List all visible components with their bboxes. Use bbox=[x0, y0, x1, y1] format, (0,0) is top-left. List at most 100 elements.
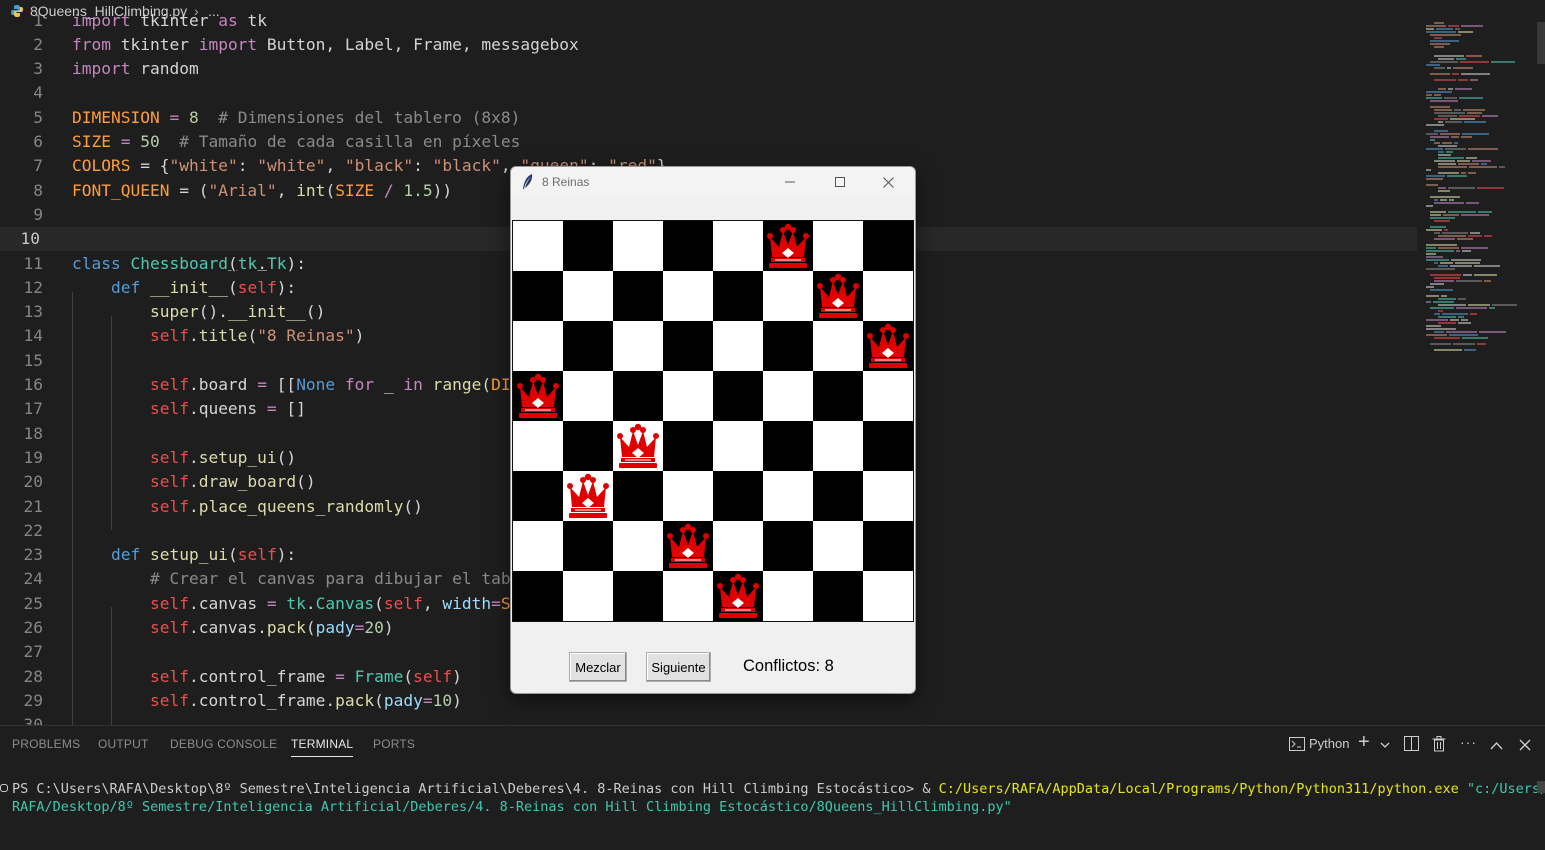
terminal-profile-label: Python bbox=[1309, 736, 1350, 751]
board-square[interactable] bbox=[863, 271, 913, 321]
board-square[interactable] bbox=[863, 371, 913, 421]
line-number: 23 bbox=[23, 545, 44, 565]
board-square[interactable] bbox=[763, 521, 813, 571]
board-square[interactable] bbox=[513, 221, 563, 271]
board-square[interactable] bbox=[513, 421, 563, 471]
code-line[interactable]: 2 from tkinter import Button, Label, Fram… bbox=[0, 33, 1420, 57]
kill-terminal-button[interactable] bbox=[1432, 736, 1446, 755]
tab-debug-console[interactable]: DEBUG CONSOLE bbox=[170, 737, 277, 751]
board-square[interactable] bbox=[563, 571, 613, 621]
minimap[interactable] bbox=[1422, 22, 1522, 352]
board-square[interactable] bbox=[863, 221, 913, 271]
board-square[interactable] bbox=[613, 221, 663, 271]
code-token: pack bbox=[266, 618, 306, 637]
board-square[interactable] bbox=[663, 571, 713, 621]
board-square[interactable] bbox=[813, 421, 863, 471]
tk-titlebar[interactable]: 8 Reinas bbox=[511, 167, 915, 197]
new-terminal-button[interactable]: + bbox=[1358, 731, 1370, 754]
maximize-panel-button[interactable] bbox=[1490, 738, 1503, 754]
board-square[interactable] bbox=[563, 271, 613, 321]
board-square[interactable] bbox=[713, 371, 763, 421]
terminal-dropdown-button[interactable] bbox=[1380, 737, 1390, 753]
board-square[interactable] bbox=[663, 271, 713, 321]
chessboard-canvas[interactable] bbox=[512, 220, 914, 622]
board-square[interactable] bbox=[763, 421, 813, 471]
board-square[interactable] bbox=[863, 471, 913, 521]
terminal-command-line-2[interactable]: RAFA/Desktop/8º Semestre/Inteligencia Ar… bbox=[12, 798, 1012, 816]
board-square[interactable] bbox=[813, 571, 863, 621]
board-square[interactable] bbox=[513, 321, 563, 371]
board-square[interactable] bbox=[713, 321, 763, 371]
board-square[interactable] bbox=[513, 521, 563, 571]
code-token: pady bbox=[315, 618, 355, 637]
board-square[interactable] bbox=[563, 321, 613, 371]
board-square[interactable] bbox=[563, 421, 613, 471]
board-square[interactable] bbox=[513, 471, 563, 521]
board-square[interactable] bbox=[663, 371, 713, 421]
code-line[interactable]: 4 bbox=[0, 81, 1420, 105]
minimize-button[interactable] bbox=[767, 167, 813, 197]
board-square[interactable] bbox=[613, 521, 663, 571]
terminal-command-line-1[interactable]: PS C:\Users\RAFA\Desktop\8º Semestre\Int… bbox=[12, 780, 1545, 798]
board-square[interactable] bbox=[863, 571, 913, 621]
split-terminal-button[interactable] bbox=[1404, 736, 1419, 754]
minimap-line bbox=[1470, 79, 1478, 81]
board-square[interactable] bbox=[613, 471, 663, 521]
terminal-scrollbar[interactable] bbox=[1537, 781, 1545, 793]
board-square[interactable] bbox=[713, 471, 763, 521]
code-line[interactable]: 1 import tkinter as tk bbox=[0, 10, 1420, 33]
board-square[interactable] bbox=[713, 421, 763, 471]
tk-window[interactable]: 8 Reinas Mezclar Siguiente Conflictos: 8 bbox=[510, 166, 916, 694]
board-square[interactable] bbox=[813, 371, 863, 421]
close-panel-button[interactable] bbox=[1519, 738, 1531, 754]
code-token: = bbox=[335, 666, 345, 686]
minimap-line bbox=[1426, 259, 1449, 261]
board-square[interactable] bbox=[513, 271, 563, 321]
code-token: = bbox=[159, 107, 189, 127]
board-square[interactable] bbox=[813, 521, 863, 571]
tab-problems[interactable]: PROBLEMS bbox=[12, 737, 80, 751]
code-line[interactable]: 30 bbox=[0, 713, 1420, 725]
board-square[interactable] bbox=[763, 271, 813, 321]
board-square[interactable] bbox=[813, 221, 863, 271]
board-square[interactable] bbox=[713, 221, 763, 271]
board-square[interactable] bbox=[863, 421, 913, 471]
tab-output[interactable]: OUTPUT bbox=[98, 737, 149, 751]
board-square[interactable] bbox=[663, 221, 713, 271]
code-line[interactable]: 5 DIMENSION = 8 # Dimensiones del tablero… bbox=[0, 106, 1420, 130]
code-token: draw_board bbox=[198, 472, 297, 492]
board-square[interactable] bbox=[813, 321, 863, 371]
board-square[interactable] bbox=[513, 571, 563, 621]
board-square[interactable] bbox=[763, 471, 813, 521]
board-square[interactable] bbox=[613, 571, 663, 621]
board-square[interactable] bbox=[713, 271, 763, 321]
board-square[interactable] bbox=[763, 321, 813, 371]
board-square[interactable] bbox=[613, 321, 663, 371]
more-actions-button[interactable]: ··· bbox=[1460, 734, 1477, 750]
board-square[interactable] bbox=[863, 521, 913, 571]
tab-ports[interactable]: PORTS bbox=[373, 737, 415, 751]
code-line[interactable]: 3 import random bbox=[0, 57, 1420, 81]
board-square[interactable] bbox=[613, 271, 663, 321]
board-square[interactable] bbox=[713, 521, 763, 571]
board-square[interactable] bbox=[613, 371, 663, 421]
board-square[interactable] bbox=[763, 571, 813, 621]
terminal-profile[interactable]: Python bbox=[1289, 736, 1349, 751]
board-square[interactable] bbox=[813, 471, 863, 521]
board-square[interactable] bbox=[663, 471, 713, 521]
board-square[interactable] bbox=[763, 371, 813, 421]
board-square[interactable] bbox=[563, 371, 613, 421]
next-button[interactable]: Siguiente bbox=[646, 652, 711, 682]
code-line[interactable]: 6 SIZE = 50 # Tamaño de cada casilla en p… bbox=[0, 130, 1420, 154]
code-text: from tkinter import Button, Label, Frame… bbox=[72, 33, 579, 57]
close-window-button[interactable] bbox=[865, 167, 911, 197]
editor-scrollbar[interactable] bbox=[1537, 22, 1545, 64]
board-square[interactable] bbox=[563, 221, 613, 271]
tab-terminal[interactable]: TERMINAL bbox=[291, 737, 354, 757]
maximize-button[interactable] bbox=[817, 167, 863, 197]
board-square[interactable] bbox=[663, 321, 713, 371]
board-square[interactable] bbox=[563, 521, 613, 571]
shuffle-button[interactable]: Mezclar bbox=[569, 652, 627, 682]
board-square[interactable] bbox=[663, 421, 713, 471]
